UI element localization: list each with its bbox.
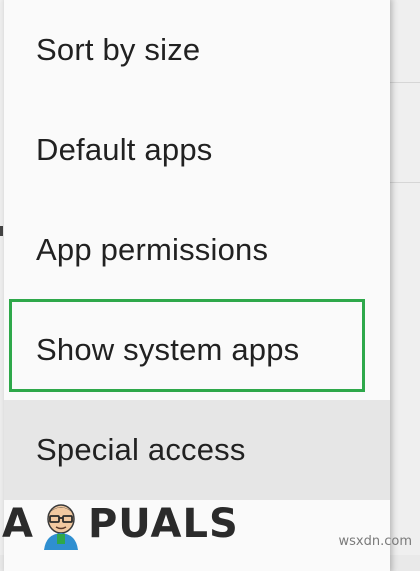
menu-item-default-apps[interactable]: Default apps — [4, 100, 390, 200]
menu-item-show-system-apps[interactable]: Show system apps — [4, 300, 390, 400]
menu-item-sort-by-size[interactable]: Sort by size — [4, 0, 390, 100]
menu-item-label: Sort by size — [36, 32, 201, 67]
menu-item-label: Special access — [36, 432, 246, 467]
menu-item-special-access[interactable]: Special access — [4, 400, 390, 500]
appuals-watermark: A PUALS — [2, 498, 239, 550]
site-watermark: wsxdn.com — [338, 534, 413, 549]
menu-item-label: Default apps — [36, 132, 213, 167]
overflow-menu: Sort by size Default apps App permission… — [4, 0, 390, 571]
background-divider — [390, 82, 420, 83]
menu-item-label: App permissions — [36, 232, 269, 267]
menu-item-app-permissions[interactable]: App permissions — [4, 200, 390, 300]
brand-letter: A — [2, 501, 34, 547]
background-edge-mark — [0, 226, 3, 236]
menu-item-label: Show system apps — [36, 332, 300, 367]
brand-text: PUALS — [87, 501, 239, 547]
appuals-mascot-icon — [43, 504, 78, 550]
background-divider — [390, 182, 420, 183]
